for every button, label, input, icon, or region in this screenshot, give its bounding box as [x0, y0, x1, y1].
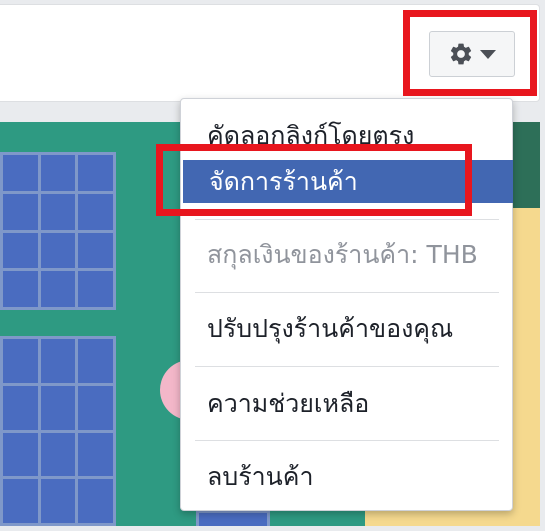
menu-item-label: ปรับปรุงร้านค้าของคุณ	[207, 314, 454, 343]
caret-down-icon	[480, 49, 496, 59]
settings-dropdown-menu: คัดลอกลิงก์โดยตรง จัดการร้านค้า สกุลเงิน…	[180, 98, 513, 511]
settings-dropdown-button[interactable]	[429, 31, 515, 77]
cover-window	[0, 336, 116, 526]
menu-item-copy-direct-link[interactable]: คัดลอกลิงก์โดยตรง	[181, 115, 514, 157]
menu-item-label: จัดการร้านค้า	[209, 167, 358, 196]
menu-separator	[195, 292, 499, 293]
menu-item-label: สกุลเงินของร้านค้า: THB	[207, 240, 478, 269]
menu-item-delete-shop[interactable]: ลบร้านค้า	[181, 455, 514, 499]
menu-item-manage-shop[interactable]: จัดการร้านค้า	[183, 160, 513, 203]
menu-item-label: คัดลอกลิงก์โดยตรง	[207, 121, 415, 150]
cover-window	[0, 152, 116, 310]
menu-item-label: ความช่วยเหลือ	[207, 389, 370, 418]
menu-separator	[195, 219, 499, 220]
menu-item-help[interactable]: ความช่วยเหลือ	[181, 382, 514, 426]
menu-item-update-shop[interactable]: ปรับปรุงร้านค้าของคุณ	[181, 307, 514, 351]
menu-item-label: ลบร้านค้า	[207, 462, 314, 491]
menu-separator	[195, 366, 499, 367]
menu-item-shop-currency: สกุลเงินของร้านค้า: THB	[181, 233, 514, 277]
gear-icon	[450, 43, 472, 65]
cover-window	[196, 510, 270, 526]
menu-separator	[195, 440, 499, 441]
